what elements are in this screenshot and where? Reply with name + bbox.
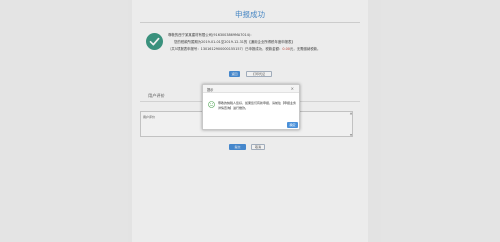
close-icon[interactable]: × — [291, 86, 294, 91]
dialog-title: 提示 — [207, 88, 214, 92]
dialog-message: 尊敬的纳税人您好，如果您们有新申报，请前往【申报业务详情查询】进行缴款。 — [218, 101, 297, 110]
dialog-header: 提示 × — [203, 85, 299, 93]
notice-dialog: 提示 × 尊敬的纳税人您好，如果您们有新申报，请前往【申报业务详情查询】进行缴款… — [202, 84, 300, 130]
ok-button[interactable]: 确定 — [287, 122, 298, 128]
smile-icon — [208, 101, 215, 108]
